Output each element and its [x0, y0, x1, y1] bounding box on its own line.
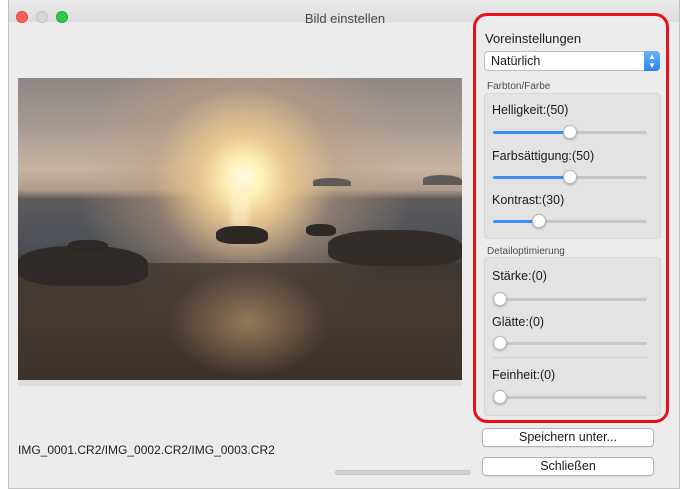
fineness-label: Feinheit:(0)	[492, 368, 556, 382]
slider-thumb[interactable]	[493, 336, 507, 350]
preset-selected-value: Natürlich	[491, 54, 541, 68]
headland-shape	[423, 175, 462, 185]
slider-thumb[interactable]	[563, 125, 577, 139]
strength-label: Stärke:(0)	[492, 269, 547, 283]
slider-thumb[interactable]	[493, 390, 507, 404]
slider-thumb[interactable]	[493, 292, 507, 306]
saturation-slider[interactable]	[493, 170, 647, 184]
strength-slider[interactable]	[493, 292, 647, 306]
rock	[306, 224, 336, 236]
rock	[328, 230, 462, 266]
rock	[18, 246, 148, 286]
divider	[492, 357, 648, 358]
detail-group-label: Detailoptimierung	[487, 246, 565, 257]
slider-track	[493, 298, 647, 301]
brightness-label: Helligkeit:(50)	[492, 103, 569, 117]
preview-image	[18, 78, 462, 380]
slider-fill	[493, 176, 570, 179]
image-preview-area	[18, 78, 462, 386]
slider-fill	[493, 131, 570, 134]
file-names: IMG_0001.CR2/IMG_0002.CR2/IMG_0003.CR2	[18, 443, 275, 457]
color-group-label: Farbton/Farbe	[487, 81, 551, 92]
rock	[68, 240, 108, 252]
brightness-slider[interactable]	[493, 125, 647, 139]
saturation-label: Farbsättigung:(50)	[492, 149, 595, 163]
progress-bar	[335, 470, 471, 475]
slider-track	[493, 396, 647, 399]
contrast-slider[interactable]	[493, 214, 647, 228]
preset-select[interactable]: Natürlich ▲ ▼	[484, 51, 660, 71]
adjustment-panel: Voreinstellungen Natürlich ▲ ▼ Farbton/Fa…	[473, 13, 669, 423]
presets-label: Voreinstellungen	[485, 31, 582, 46]
slider-thumb[interactable]	[532, 214, 547, 228]
slider-thumb[interactable]	[563, 170, 577, 184]
rock	[216, 226, 268, 244]
smoothness-slider[interactable]	[493, 336, 647, 350]
slider-track	[493, 342, 647, 345]
shore-glow	[168, 268, 328, 378]
fineness-slider[interactable]	[493, 390, 647, 404]
save-as-button[interactable]: Speichern unter...	[482, 428, 654, 447]
smoothness-label: Glätte:(0)	[492, 315, 545, 329]
up-down-chevron-icon: ▲ ▼	[644, 51, 660, 71]
contrast-label: Kontrast:(30)	[492, 193, 565, 207]
close-button[interactable]: Schließen	[482, 457, 654, 476]
island-shape	[313, 178, 351, 186]
